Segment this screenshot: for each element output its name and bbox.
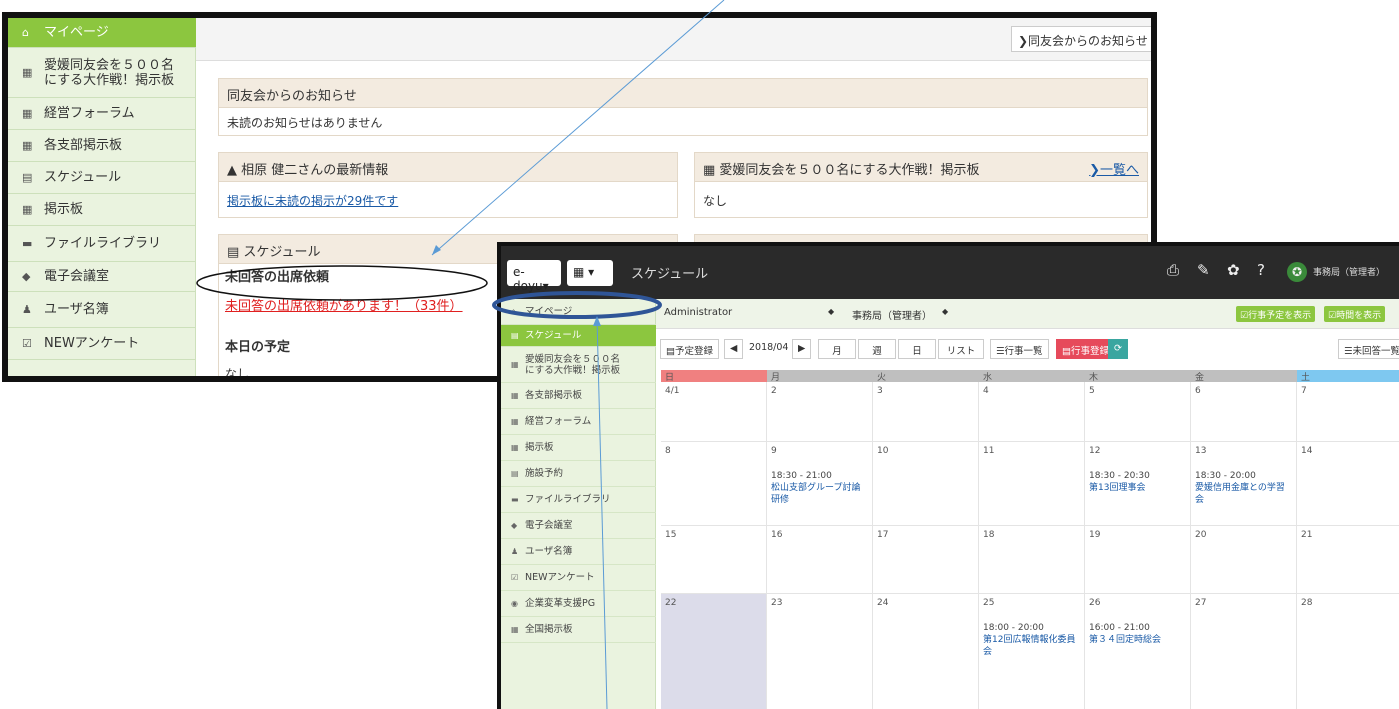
annotation-ellipse-request xyxy=(196,265,488,301)
annotation-arrow-line xyxy=(431,0,725,256)
annotation-arrow-head xyxy=(432,245,441,255)
annotation-arrow-line-2 xyxy=(596,317,608,709)
annotation-ellipse-schedule xyxy=(492,291,662,319)
annotation-overlay xyxy=(196,0,725,709)
